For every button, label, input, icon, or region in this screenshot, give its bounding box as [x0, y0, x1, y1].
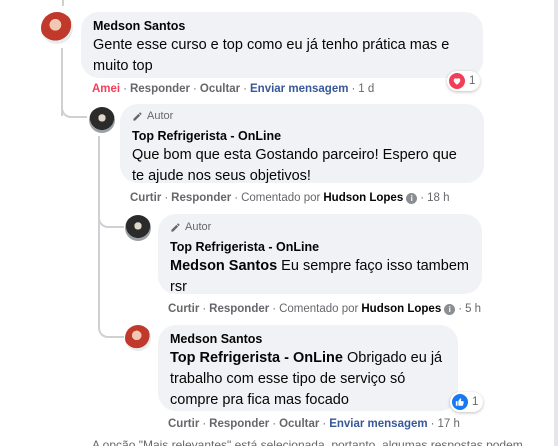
info-icon[interactable]: i [406, 192, 418, 204]
avatar[interactable] [125, 215, 151, 241]
pencil-icon [171, 222, 180, 232]
reply-button[interactable]: Responder [209, 303, 269, 315]
avatar[interactable] [41, 12, 73, 44]
info-icon[interactable]: i [444, 303, 456, 315]
comment-actions: Curtir · Responder · Comentado por Hudso… [168, 303, 482, 315]
author-badge: Autor [170, 220, 470, 234]
comment-actions: Amei · Responder · Ocultar · Enviar mens… [92, 83, 375, 95]
mention-link[interactable]: Medson Santos [170, 258, 277, 274]
comment-bubble: Autor Top Refrigerista - OnLine Que bom … [120, 104, 484, 184]
comment-actions: Curtir · Responder · Comentado por Hudso… [130, 192, 450, 204]
comment-bubble: Autor Top Refrigerista - OnLine Medson S… [158, 214, 482, 295]
thread-line [62, 0, 64, 6]
reaction-number: 1 [472, 396, 479, 408]
reaction-number: 1 [469, 75, 476, 87]
commented-by-label: Comentado por [279, 303, 359, 315]
commented-by-name[interactable]: Hudson Lopes [361, 303, 441, 315]
reaction-count[interactable]: 1 [447, 71, 481, 91]
avatar[interactable] [89, 107, 115, 133]
reply-button[interactable]: Responder [171, 192, 231, 204]
comment-bubble: Medson Santos Gente esse curso e top com… [81, 12, 483, 78]
thumbs-up-icon [452, 394, 468, 410]
timestamp[interactable]: 5 h [465, 303, 481, 315]
hide-button[interactable]: Ocultar [200, 83, 240, 95]
send-message-button[interactable]: Enviar mensagem [329, 418, 427, 430]
send-message-button[interactable]: Enviar mensagem [250, 83, 348, 95]
mention-link[interactable]: Top Refrigerista - OnLine [170, 350, 343, 366]
comment-text: Top Refrigerista - OnLine Obrigado eu já… [170, 350, 443, 408]
reaction-count[interactable]: 1 [450, 392, 484, 412]
scrollbar-track[interactable] [554, 0, 558, 446]
comment-author[interactable]: Top Refrigerista - OnLine [170, 239, 470, 256]
thread-connector [61, 100, 87, 118]
comment-author[interactable]: Medson Santos [93, 18, 471, 35]
author-badge: Autor [132, 109, 472, 123]
comment-text: Medson Santos Eu sempre faço isso tambem… [170, 258, 469, 295]
avatar[interactable] [125, 325, 151, 351]
timestamp[interactable]: 18 h [427, 192, 449, 204]
comment-bubble: Medson Santos Top Refrigerista - OnLine … [158, 325, 458, 411]
heart-icon [449, 73, 465, 89]
comment-author[interactable]: Top Refrigerista - OnLine [132, 128, 472, 145]
thread-connector [98, 322, 124, 338]
reply-button[interactable]: Responder [209, 418, 269, 430]
commented-by-name[interactable]: Hudson Lopes [323, 192, 403, 204]
like-button[interactable]: Curtir [168, 418, 199, 430]
love-button[interactable]: Amei [92, 83, 120, 95]
timestamp[interactable]: 17 h [437, 418, 459, 430]
reply-button[interactable]: Responder [130, 83, 190, 95]
thread-connector [98, 212, 124, 228]
comment-actions: Curtir · Responder · Ocultar · Enviar me… [168, 418, 460, 430]
comment-author[interactable]: Medson Santos [170, 331, 446, 348]
comment-text: Que bom que esta Gostando parceiro! Espe… [132, 147, 457, 184]
pencil-icon [133, 111, 142, 121]
commented-by-label: Comentado por [241, 192, 321, 204]
timestamp[interactable]: 1 d [358, 83, 374, 95]
like-button[interactable]: Curtir [168, 303, 199, 315]
hide-button[interactable]: Ocultar [279, 418, 319, 430]
like-button[interactable]: Curtir [130, 192, 161, 204]
relevance-note: A opção "Mais relevantes" está seleciona… [92, 438, 523, 446]
comment-text: Gente esse curso e top como eu já tenho … [93, 37, 450, 74]
thread-line [98, 136, 100, 326]
